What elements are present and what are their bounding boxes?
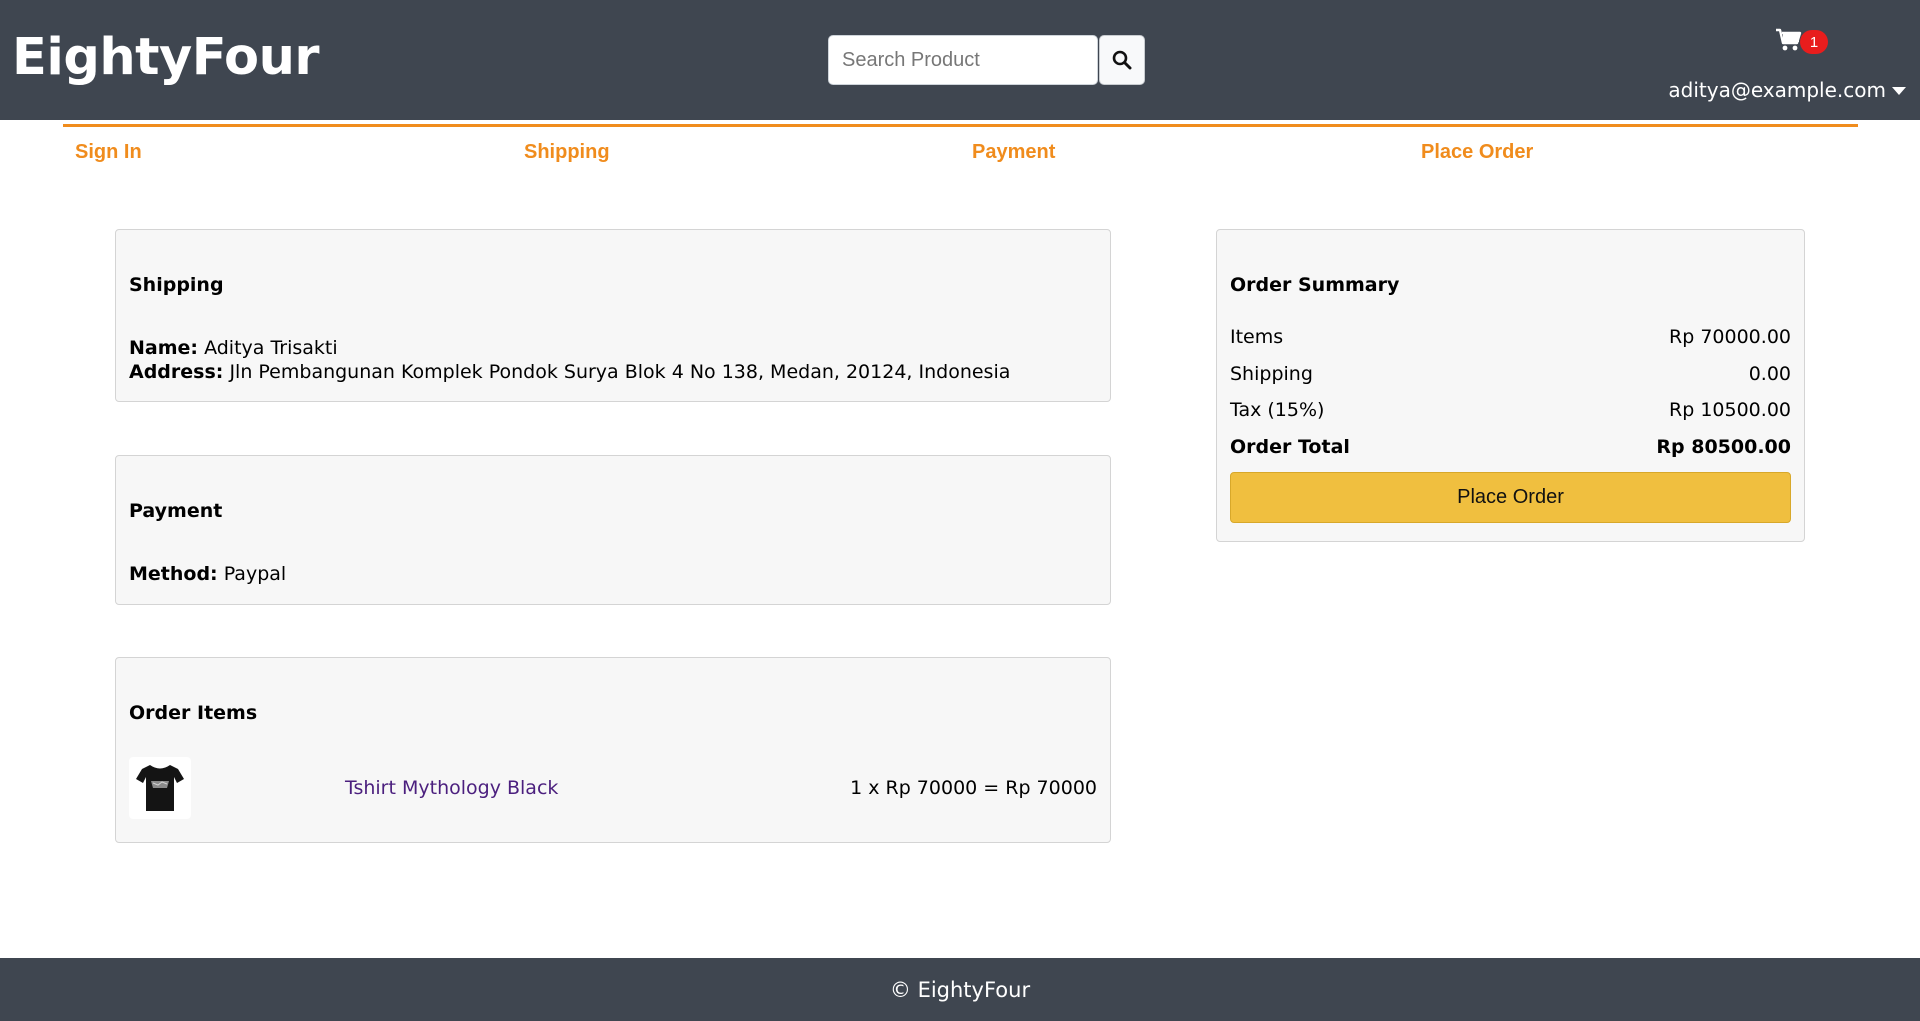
shipping-name-value: Aditya Trisakti xyxy=(204,337,338,359)
summary-row-total: Order Total Rp 80500.00 xyxy=(1230,436,1791,458)
cart-icon xyxy=(1776,28,1802,51)
order-items-card: Order Items Tshirt Mythology Black 1 x R… xyxy=(115,657,1111,843)
summary-total-label: Order Total xyxy=(1230,436,1350,458)
place-order-button[interactable]: Place Order xyxy=(1230,472,1791,523)
search-input[interactable] xyxy=(828,35,1098,85)
payment-method-label: Method: xyxy=(129,563,218,585)
product-thumbnail xyxy=(129,757,191,819)
shipping-title: Shipping xyxy=(129,274,224,296)
shipping-card: Shipping Name: Aditya Trisakti Address: … xyxy=(115,229,1111,402)
order-items-title: Order Items xyxy=(129,702,258,724)
top-navbar: EightyFour 1 aditya@example.com xyxy=(0,0,1920,120)
summary-total-value: Rp 80500.00 xyxy=(1656,436,1791,458)
cart-link[interactable]: 1 xyxy=(1776,26,1832,56)
shipping-address-value: Jln Pembangunan Komplek Pondok Surya Blo… xyxy=(229,361,1011,383)
tshirt-icon xyxy=(136,765,184,811)
shipping-address-label: Address: xyxy=(129,361,224,383)
search-icon xyxy=(1112,50,1132,70)
payment-card: Payment Method: Paypal xyxy=(115,455,1111,605)
summary-shipping-value: 0.00 xyxy=(1748,363,1791,385)
summary-tax-label: Tax (15%) xyxy=(1230,399,1325,421)
summary-items-label: Items xyxy=(1230,326,1284,348)
product-link[interactable]: Tshirt Mythology Black xyxy=(345,777,558,799)
payment-title: Payment xyxy=(129,500,223,522)
user-menu-dropdown[interactable]: aditya@example.com xyxy=(1668,78,1906,102)
footer: © EightyFour xyxy=(0,958,1920,1021)
product-price-line: 1 x Rp 70000 = Rp 70000 xyxy=(850,777,1097,799)
step-shipping[interactable]: Shipping xyxy=(524,141,610,164)
step-place-order[interactable]: Place Order xyxy=(1421,141,1533,164)
checkout-steps-progress xyxy=(63,124,1858,127)
summary-row-tax: Tax (15%) Rp 10500.00 xyxy=(1230,399,1791,421)
cart-count-badge: 1 xyxy=(1800,30,1828,54)
step-payment[interactable]: Payment xyxy=(972,141,1055,164)
payment-method-value: Paypal xyxy=(223,563,287,585)
brand-logo[interactable]: EightyFour xyxy=(12,28,320,87)
summary-shipping-label: Shipping xyxy=(1230,363,1313,385)
step-sign-in[interactable]: Sign In xyxy=(75,141,142,164)
shipping-name-label: Name: xyxy=(129,337,199,359)
order-summary-card: Order Summary Items Rp 70000.00 Shipping… xyxy=(1216,229,1805,542)
footer-copyright: © EightyFour xyxy=(889,977,1031,1002)
shipping-address: Address: Jln Pembangunan Komplek Pondok … xyxy=(129,361,1010,383)
user-email: aditya@example.com xyxy=(1668,78,1886,102)
order-summary-title: Order Summary xyxy=(1230,274,1400,296)
shipping-name: Name: Aditya Trisakti xyxy=(129,337,338,359)
summary-tax-value: Rp 10500.00 xyxy=(1669,399,1791,421)
caret-down-icon xyxy=(1892,87,1906,95)
summary-items-value: Rp 70000.00 xyxy=(1669,326,1791,348)
payment-method: Method: Paypal xyxy=(129,563,286,585)
search-button[interactable] xyxy=(1099,35,1145,85)
summary-row-items: Items Rp 70000.00 xyxy=(1230,326,1791,348)
summary-row-shipping: Shipping 0.00 xyxy=(1230,363,1791,385)
